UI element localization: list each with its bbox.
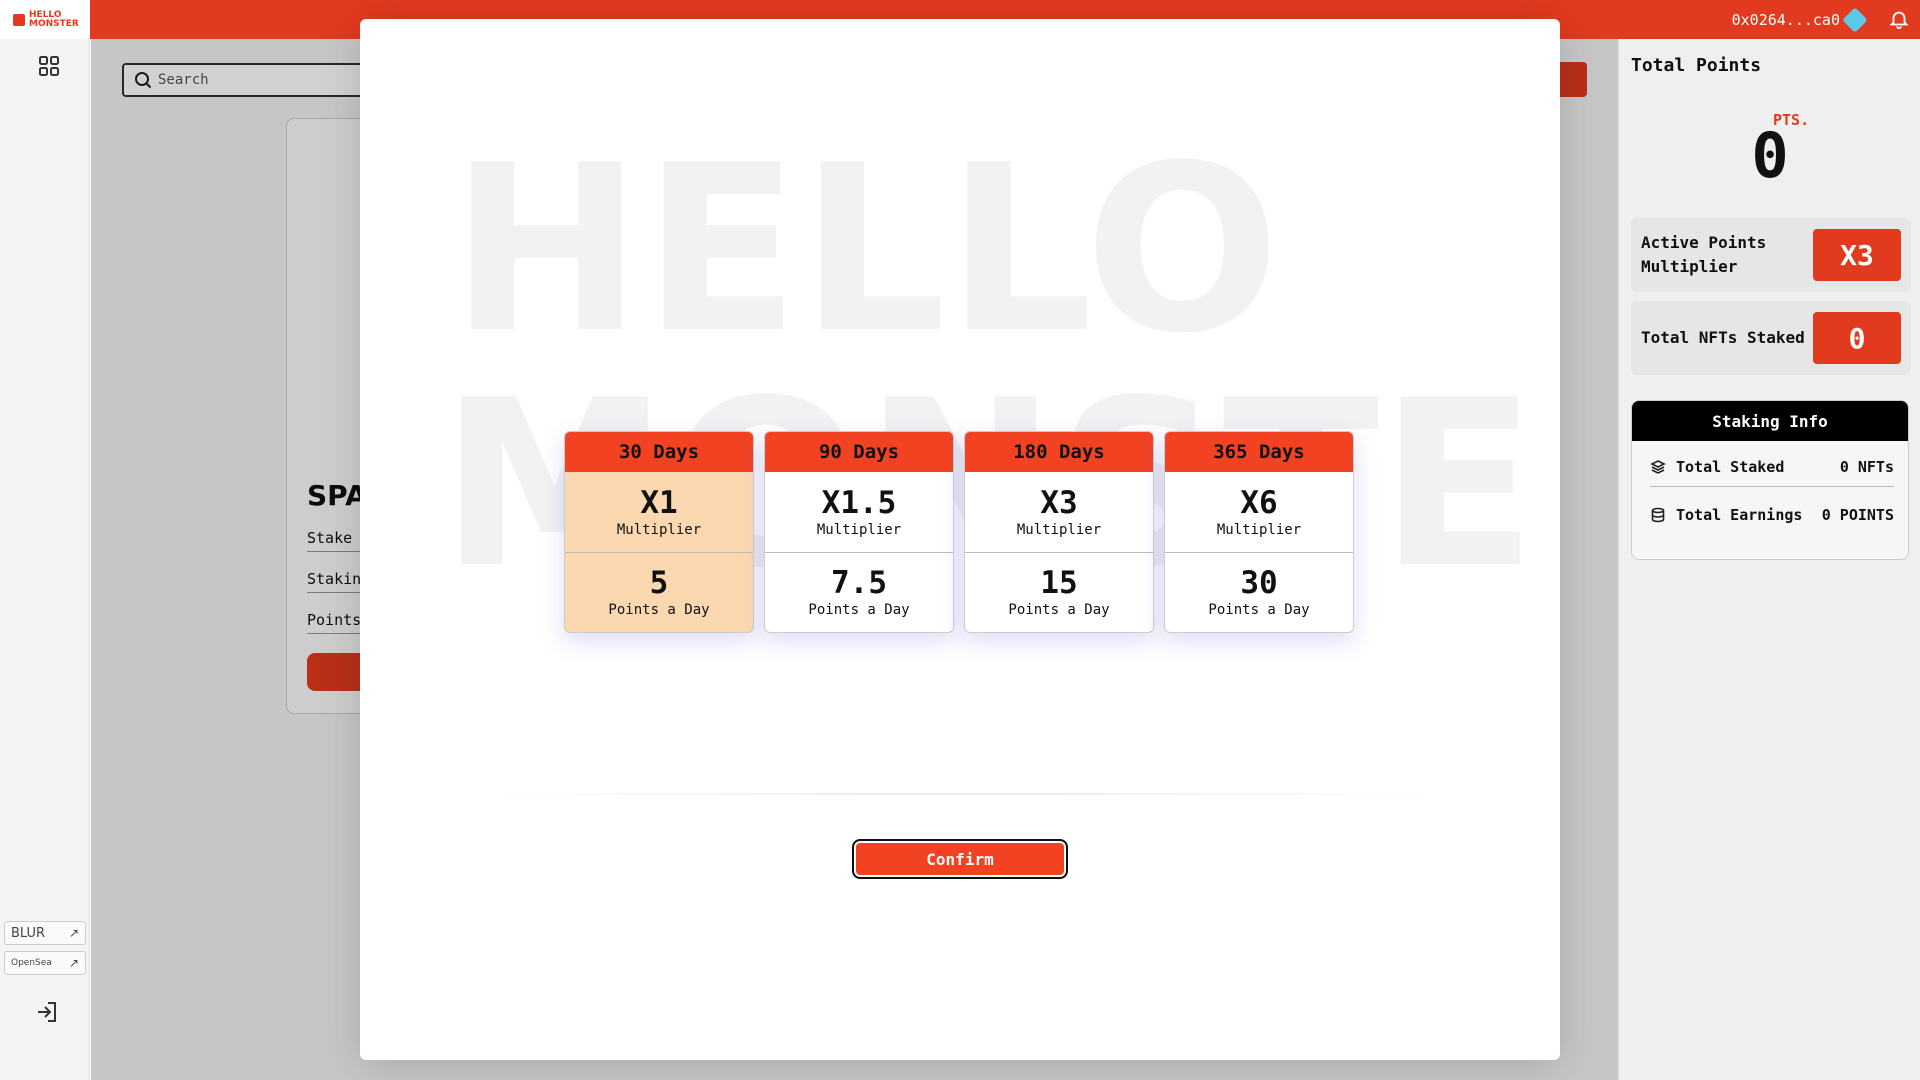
active-multiplier-label: Active Points Multiplier — [1641, 231, 1766, 279]
logo-mark-icon — [13, 13, 25, 26]
sidebar: BLUR ↗ OpenSea ↗ — [0, 39, 90, 1080]
total-points-value: 0 — [1751, 119, 1789, 192]
plan-points: 7.5 — [831, 565, 887, 602]
plan-points: 5 — [649, 565, 669, 602]
plan-period: 90 Days — [765, 432, 953, 472]
plan-points-label: Points a Day — [608, 602, 710, 619]
logo[interactable]: HELLO MONSTER — [0, 0, 90, 39]
bell-icon[interactable] — [1888, 8, 1910, 30]
right-panel: Total Points 0 PTS. Active Points Multip… — [1618, 39, 1920, 1080]
wallet-address: 0x0264...ca0 — [1731, 10, 1840, 29]
plan-options: 30 Days X1 Multiplier 5 Points a Day 90 … — [564, 431, 1354, 633]
total-staked-value: 0 NFTs — [1839, 457, 1894, 476]
plan-multiplier: X6 — [1240, 484, 1278, 521]
plan-180-days[interactable]: 180 Days X3 Multiplier 15 Points a Day — [964, 431, 1154, 633]
nfts-staked-row: Total NFTs Staked 0 — [1631, 301, 1911, 375]
total-staked-label: Total Staked — [1676, 457, 1785, 476]
active-multiplier-value: X3 — [1813, 229, 1901, 281]
plan-period: 365 Days — [1165, 432, 1353, 472]
plan-points: 15 — [1040, 565, 1078, 602]
plan-multiplier: X1 — [640, 484, 678, 521]
wallet-address-button[interactable]: 0x0264...ca0 — [1731, 0, 1868, 39]
plan-points: 30 — [1240, 565, 1278, 602]
external-link-icon: ↗ — [68, 926, 79, 940]
layers-icon — [1650, 459, 1666, 474]
total-earnings-value: 0 POINTS — [1821, 506, 1894, 524]
logo-text: HELLO MONSTER — [29, 9, 79, 29]
plan-multiplier-label: Multiplier — [1016, 521, 1102, 538]
database-icon — [1651, 507, 1665, 523]
watermark-line-1: HELLO — [450, 129, 1280, 384]
plan-period: 30 Days — [565, 432, 753, 472]
total-earnings-row: Total Earnings 0 POINTS — [1650, 495, 1894, 535]
total-points-title: Total Points — [1631, 55, 1762, 76]
confirm-button[interactable]: Confirm — [852, 839, 1068, 879]
grid-icon[interactable] — [38, 55, 60, 77]
external-link-icon: ↗ — [68, 956, 79, 970]
plan-points-label: Points a Day — [1008, 602, 1110, 619]
plan-30-days[interactable]: 30 Days X1 Multiplier 5 Points a Day — [564, 431, 754, 633]
plan-multiplier-label: Multiplier — [1216, 521, 1302, 538]
active-multiplier-label-line1: Active Points — [1641, 233, 1767, 252]
modal-divider — [460, 793, 1460, 795]
staking-info-title: Staking Info — [1632, 401, 1908, 441]
opensea-link[interactable]: OpenSea ↗ — [4, 951, 86, 975]
blur-label: BLUR — [11, 925, 46, 941]
plan-multiplier-label: Multiplier — [816, 521, 902, 538]
blur-link[interactable]: BLUR ↗ — [4, 921, 86, 945]
nfts-staked-label: Total NFTs Staked — [1641, 328, 1805, 347]
plan-multiplier: X1.5 — [821, 484, 897, 521]
plan-points-label: Points a Day — [1208, 602, 1310, 619]
diamond-icon — [1842, 6, 1868, 33]
nfts-staked-value: 0 — [1813, 312, 1901, 364]
logout-icon[interactable] — [34, 999, 60, 1025]
plan-90-days[interactable]: 90 Days X1.5 Multiplier 7.5 Points a Day — [764, 431, 954, 633]
plan-points-label: Points a Day — [808, 602, 910, 619]
total-staked-row: Total Staked 0 NFTs — [1650, 447, 1894, 487]
plan-period: 180 Days — [965, 432, 1153, 472]
points-unit: PTS. — [1773, 111, 1810, 129]
active-multiplier-row: Active Points Multiplier X3 — [1631, 218, 1911, 292]
total-earnings-label: Total Earnings — [1676, 506, 1803, 524]
opensea-label: OpenSea — [11, 958, 52, 968]
staking-period-modal: HELLO MONSTER 30 Days X1 Multiplier 5 Po… — [360, 19, 1560, 1060]
staking-info-card: Staking Info Total Staked 0 NFTs Total E… — [1631, 400, 1909, 560]
plan-multiplier: X3 — [1040, 484, 1078, 521]
active-multiplier-label-line2: Multiplier — [1641, 257, 1738, 276]
plan-multiplier-label: Multiplier — [616, 521, 702, 538]
plan-365-days[interactable]: 365 Days X6 Multiplier 30 Points a Day — [1164, 431, 1354, 633]
